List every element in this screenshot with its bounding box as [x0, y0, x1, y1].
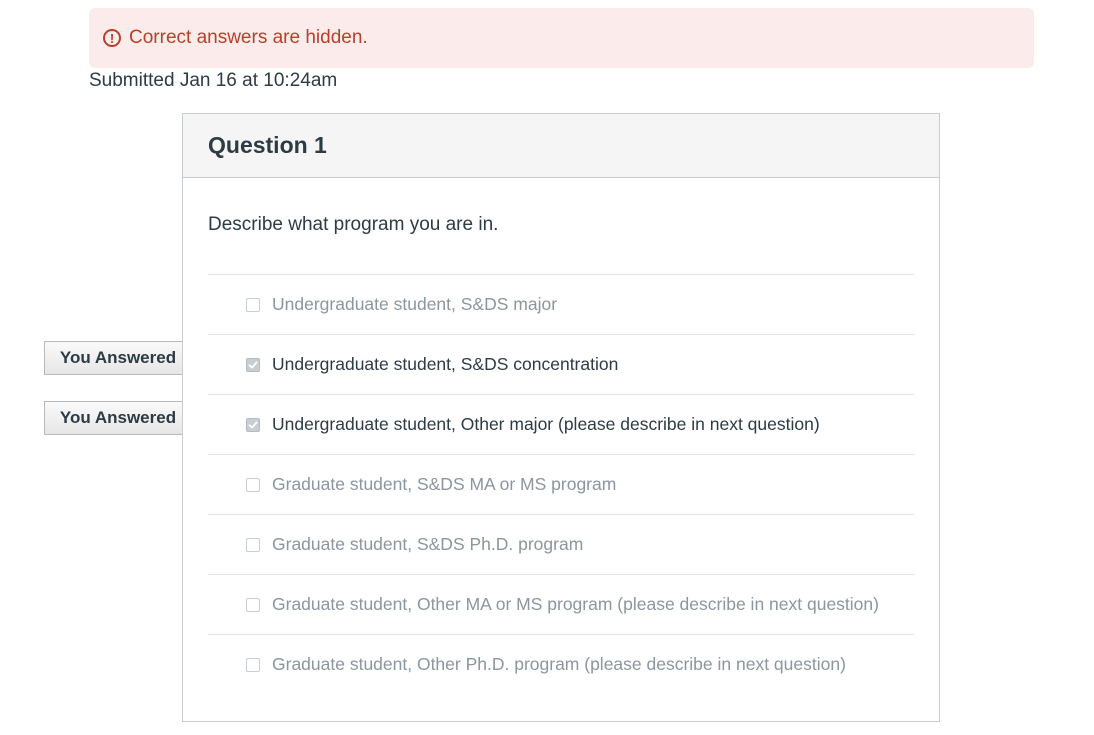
you-answered-tag: You Answered	[44, 401, 202, 435]
checkbox	[246, 657, 260, 672]
you-answered-label: You Answered	[59, 348, 177, 367]
checkbox	[246, 537, 260, 552]
answer-label: Undergraduate student, Other major (plea…	[272, 414, 820, 434]
checkmark-icon	[248, 421, 258, 428]
checkbox-checked	[246, 417, 260, 432]
answer-option: Graduate student, S&DS MA or MS program	[208, 454, 914, 514]
question-header: Question 1	[183, 114, 939, 178]
answer-label: Undergraduate student, S&DS major	[272, 294, 558, 314]
answer-label: Undergraduate student, S&DS concentratio…	[272, 354, 619, 374]
question-text: Describe what program you are in.	[208, 214, 499, 235]
answer-option: Graduate student, Other Ph.D. program (p…	[208, 634, 914, 694]
you-answered-tag: You Answered	[44, 341, 202, 375]
checkbox	[246, 297, 260, 312]
answer-option: Undergraduate student, S&DS concentratio…	[208, 334, 914, 394]
answer-option: Undergraduate student, S&DS major	[208, 274, 914, 334]
question-title: Question 1	[208, 132, 327, 158]
answer-option: Undergraduate student, Other major (plea…	[208, 394, 914, 454]
exclamation-circle-icon: !	[103, 29, 121, 47]
answer-list: Undergraduate student, S&DS major Underg…	[208, 274, 914, 694]
quiz-results-page: ! Correct answers are hidden. Submitted …	[0, 0, 1094, 735]
answer-option: Graduate student, Other MA or MS program…	[208, 574, 914, 634]
checkbox-checked	[246, 357, 260, 372]
checkmark-icon	[248, 361, 258, 368]
answer-label: Graduate student, Other MA or MS program…	[272, 594, 879, 614]
answer-label: Graduate student, Other Ph.D. program (p…	[272, 654, 846, 674]
answer-label: Graduate student, S&DS MA or MS program	[272, 474, 617, 494]
answer-option: Graduate student, S&DS Ph.D. program	[208, 514, 914, 574]
you-answered-label: You Answered	[59, 408, 177, 427]
question-card: Question 1 Describe what program you are…	[182, 113, 940, 722]
checkbox	[246, 477, 260, 492]
alert-text: Correct answers are hidden.	[129, 27, 368, 48]
answer-label: Graduate student, S&DS Ph.D. program	[272, 534, 584, 554]
submitted-timestamp: Submitted Jan 16 at 10:24am	[89, 70, 338, 91]
checkbox	[246, 597, 260, 612]
correct-answers-hidden-alert: ! Correct answers are hidden.	[89, 8, 1034, 68]
